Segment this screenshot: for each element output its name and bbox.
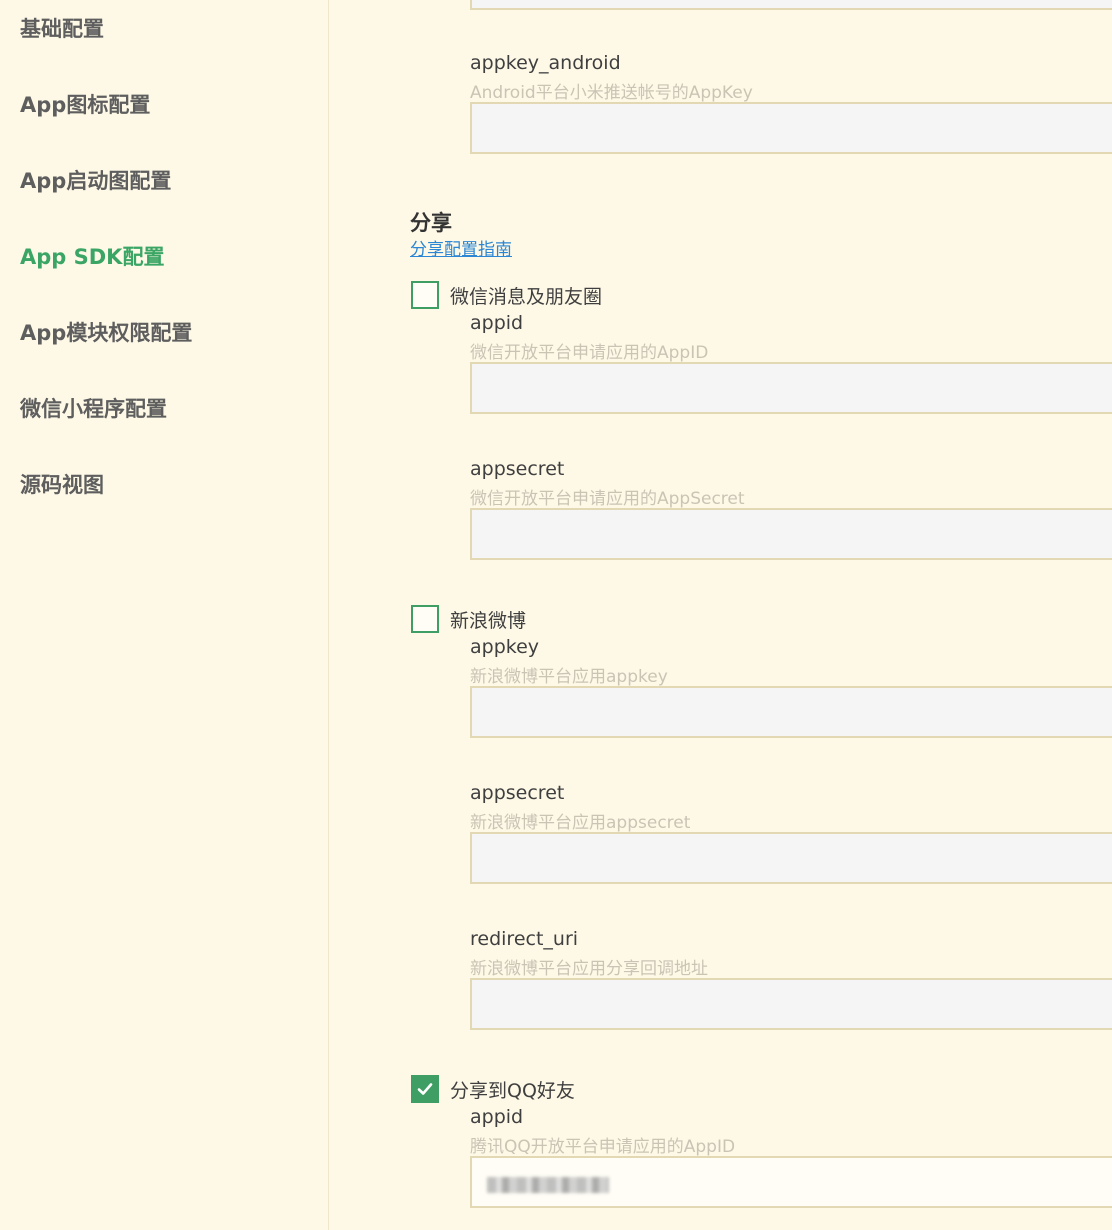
share-guide-link[interactable]: 分享配置指南 [410,235,512,260]
sidebar-item-source-view[interactable]: 源码视图 [20,469,104,499]
share-section-title: 分享 [410,211,452,235]
sina-redirect-uri-input[interactable] [470,978,1112,1030]
sina-appsecret-input[interactable] [470,832,1112,884]
appkey-android-desc: Android平台小米推送帐号的AppKey [470,83,753,103]
sidebar-nav: 基础配置 App图标配置 App启动图配置 App SDK配置 App模块权限配… [0,0,329,1230]
sina-appkey-desc: 新浪微博平台应用appkey [470,667,668,687]
sina-redirect-uri-label: redirect_uri [470,928,579,950]
sina-redirect-uri-desc: 新浪微博平台应用分享回调地址 [470,959,708,979]
qq-share-checkbox[interactable] [411,1075,439,1103]
qq-appid-desc: 腾讯QQ开放平台申请应用的AppID [470,1137,736,1157]
appkey-android-input[interactable] [470,102,1112,154]
sidebar-item-app-sdk[interactable]: App SDK配置 [20,241,164,271]
sina-appsecret-desc: 新浪微博平台应用appsecret [470,813,691,833]
appkey-android-label: appkey_android [470,52,621,74]
checkmark-icon [417,1083,433,1095]
sina-appkey-input[interactable] [470,686,1112,738]
sina-share-checkbox[interactable] [411,605,439,633]
weixin-appsecret-desc: 微信开放平台申请应用的AppSecret [470,489,745,509]
main-content: appkey_android Android平台小米推送帐号的AppKey 分享… [329,0,1112,1230]
qq-appid-label: appid [470,1106,524,1128]
weixin-share-checkbox[interactable] [411,281,439,309]
weixin-share-label: 微信消息及朋友圈 [450,286,603,308]
weixin-appid-input[interactable] [470,362,1112,414]
sidebar-item-app-icon[interactable]: App图标配置 [20,89,150,119]
sina-appsecret-label: appsecret [470,782,565,804]
sina-share-label: 新浪微博 [450,610,527,632]
sidebar-item-app-modules[interactable]: App模块权限配置 [20,317,192,347]
sidebar-item-weixin-mini[interactable]: 微信小程序配置 [20,393,167,423]
qq-share-label: 分享到QQ好友 [450,1080,575,1102]
sidebar-item-app-launch[interactable]: App启动图配置 [20,165,171,195]
sina-appkey-label: appkey [470,636,540,658]
sidebar-item-basic[interactable]: 基础配置 [20,13,104,43]
weixin-appsecret-input[interactable] [470,508,1112,560]
weixin-appid-desc: 微信开放平台申请应用的AppID [470,343,709,363]
redacted-value [487,1177,609,1193]
weixin-appsecret-label: appsecret [470,458,565,480]
weixin-appid-label: appid [470,312,524,334]
previous-field-input[interactable] [470,0,1112,10]
